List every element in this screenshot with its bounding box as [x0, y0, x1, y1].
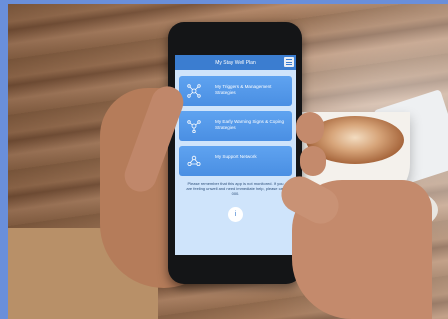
card-warning-signs[interactable]: My Early Warning Signs & Coping Strategi…: [179, 111, 292, 141]
frame-left-border: [0, 0, 8, 319]
app-title: My Stay Well Plan: [215, 59, 256, 66]
right-finger-upper: [296, 112, 324, 144]
triggers-network-icon: [187, 84, 201, 98]
info-icon[interactable]: i: [228, 207, 243, 222]
card-label: My Support Network: [215, 154, 257, 159]
card-label: My Early Warning Signs & Coping Strategi…: [215, 119, 285, 130]
hamburger-menu-icon[interactable]: [284, 57, 294, 67]
app-header: My Stay Well Plan: [175, 55, 296, 70]
card-support-network[interactable]: My Support Network: [179, 146, 292, 176]
card-triggers[interactable]: My Triggers & Management Strategies: [179, 76, 292, 106]
support-network-icon: [187, 155, 201, 166]
card-label: My Triggers & Management Strategies: [215, 84, 272, 95]
warning-network-icon: [187, 120, 201, 133]
phone-screen: My Stay Well Plan My Triggers & Manageme…: [175, 55, 296, 255]
right-finger-lower: [300, 146, 326, 176]
disclaimer-text: Please remember that this app is not mon…: [186, 181, 285, 196]
